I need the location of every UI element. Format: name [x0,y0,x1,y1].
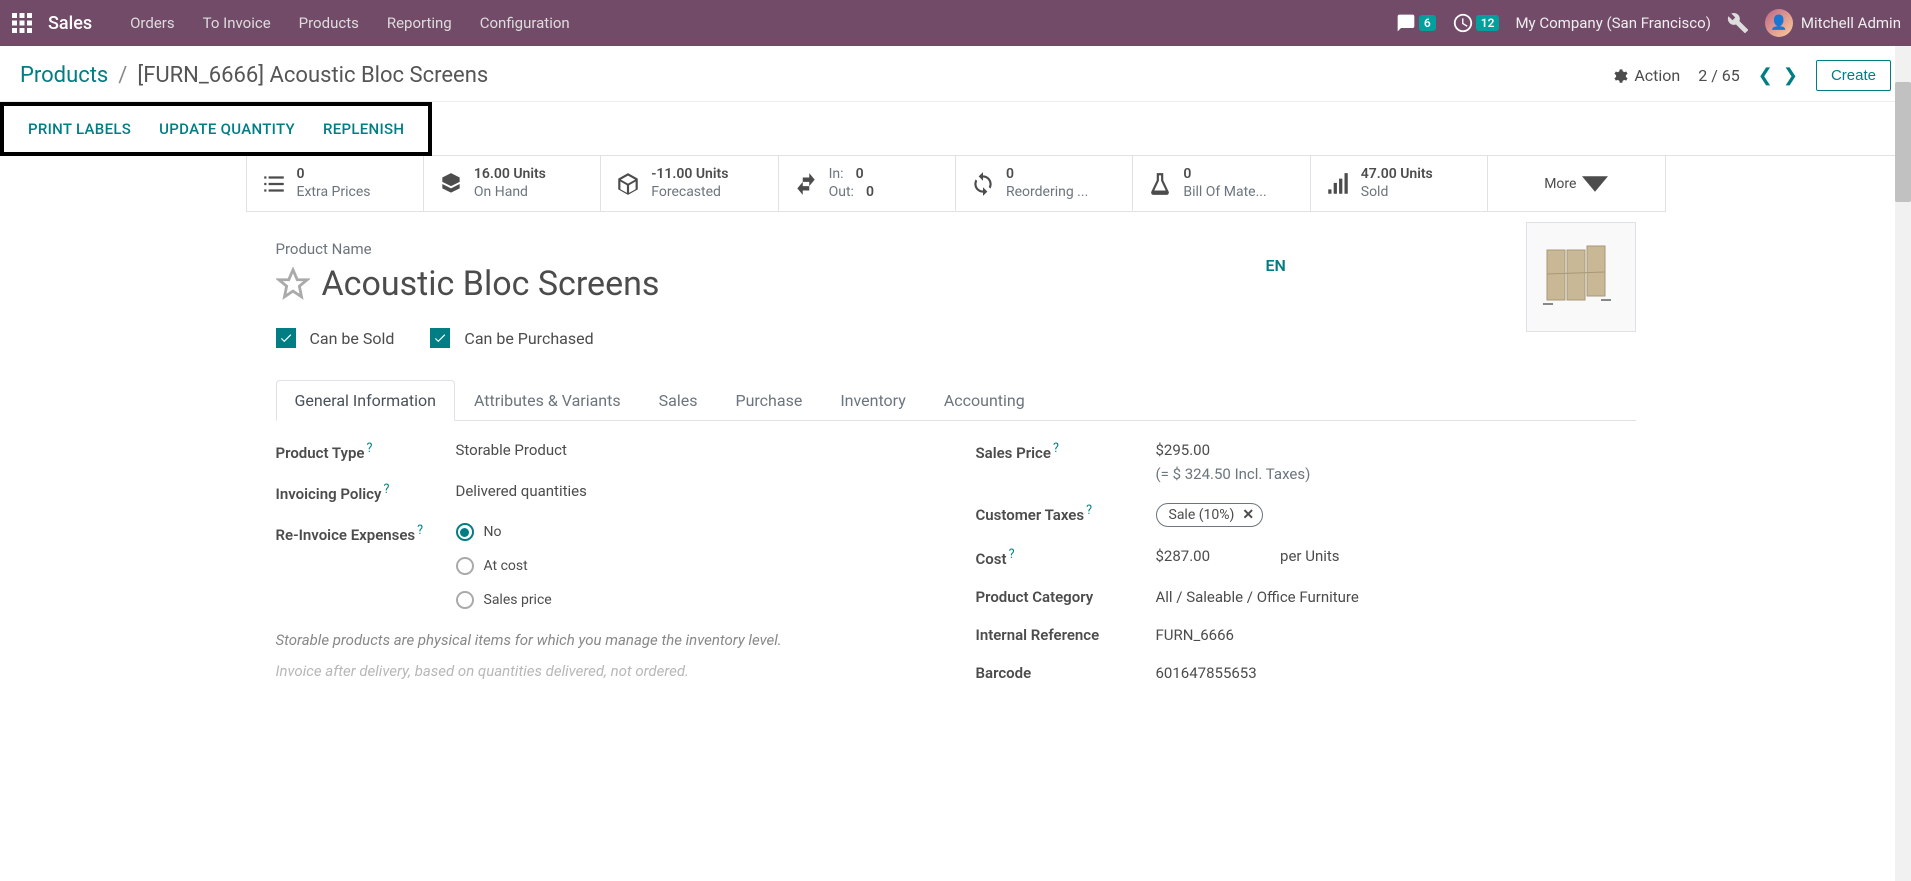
arrows-icon [793,171,819,197]
box-icon [615,171,641,197]
product-type-value[interactable]: Storable Product [456,441,567,459]
product-name-label: Product Name [276,240,1636,258]
help-note-2: Invoice after delivery, based on quantit… [276,660,936,683]
product-image[interactable] [1526,222,1636,332]
stat-sold[interactable]: 47.00 UnitsSold [1311,156,1488,211]
menu-products[interactable]: Products [285,2,373,44]
breadcrumb-bar: Products / [FURN_6666] Acoustic Bloc Scr… [0,46,1911,102]
radio-at-cost[interactable]: At cost [456,557,552,575]
cost-label: Cost? [976,547,1156,568]
category-value[interactable]: All / Saleable / Office Furniture [1156,588,1359,606]
breadcrumb-current: [FURN_6666] Acoustic Bloc Screens [137,63,488,88]
replenish-button[interactable]: REPLENISH [309,120,418,138]
menu-orders[interactable]: Orders [116,2,189,44]
internal-ref-label: Internal Reference [976,626,1156,644]
stat-more[interactable]: More [1488,156,1664,211]
language-badge[interactable]: EN [1266,256,1286,275]
invoicing-policy-value[interactable]: Delivered quantities [456,482,587,500]
sales-price-label: Sales Price? [976,441,1156,462]
product-name[interactable]: Acoustic Bloc Screens [322,264,660,304]
clock-icon [1452,12,1474,34]
product-type-label: Product Type? [276,441,456,462]
breadcrumb-root[interactable]: Products [20,63,108,88]
refresh-icon [970,171,996,197]
radio-sales-price[interactable]: Sales price [456,591,552,609]
category-label: Product Category [976,588,1156,606]
flask-icon [1147,171,1173,197]
create-button[interactable]: Create [1816,60,1891,91]
tab-general[interactable]: General Information [276,380,456,421]
menu-reporting[interactable]: Reporting [373,2,466,44]
apps-icon[interactable] [10,11,34,35]
wrench-icon[interactable] [1727,12,1749,34]
reinvoice-label: Re-Invoice Expenses? [276,523,456,544]
top-nav: Sales Orders To Invoice Products Reporti… [0,0,1911,46]
check-icon [433,331,447,345]
company-selector[interactable]: My Company (San Francisco) [1515,14,1710,32]
avatar: 👤 [1765,9,1793,37]
check-icon [279,331,293,345]
pager-prev[interactable]: ❮ [1758,65,1773,86]
brand[interactable]: Sales [48,13,92,34]
customer-taxes-label: Customer Taxes? [976,503,1156,524]
stat-extra-prices[interactable]: 0Extra Prices [247,156,424,211]
product-header: Product Name Acoustic Bloc Screens EN Ca… [246,212,1666,358]
barcode-value[interactable]: 601647855653 [1156,664,1257,682]
messages-button[interactable]: 6 [1395,13,1436,33]
help-note-1: Storable products are physical items for… [276,629,936,652]
action-dropdown[interactable]: Action [1612,66,1680,85]
favorite-star-icon[interactable] [276,267,310,301]
stat-reordering[interactable]: 0Reordering ... [956,156,1133,211]
screen-image-icon [1541,242,1621,312]
activity-badge: 12 [1476,15,1500,31]
boxes-icon [438,171,464,197]
radio-no[interactable]: No [456,523,552,541]
can-be-sold-checkbox[interactable]: Can be Sold [276,328,395,348]
pager[interactable]: 2 / 65 [1698,66,1740,85]
gear-icon [1612,68,1628,84]
menu-configuration[interactable]: Configuration [466,2,584,44]
main-menu: Orders To Invoice Products Reporting Con… [116,2,584,44]
caret-down-icon [1582,171,1608,197]
stat-in-out[interactable]: In:0 Out:0 [779,156,956,211]
tab-attributes[interactable]: Attributes & Variants [455,380,640,421]
stat-bom[interactable]: 0Bill Of Mate... [1133,156,1310,211]
stat-bar: 0Extra Prices 16.00 UnitsOn Hand -11.00 … [246,156,1666,212]
sales-price-value[interactable]: $295.00 [1156,441,1311,459]
can-be-purchased-checkbox[interactable]: Can be Purchased [430,328,593,348]
update-quantity-button[interactable]: UPDATE QUANTITY [145,120,309,138]
stat-forecasted[interactable]: -11.00 UnitsForecasted [601,156,778,211]
sales-price-tax: (= $ 324.50 Incl. Taxes) [1156,465,1311,483]
barcode-label: Barcode [976,664,1156,682]
menu-to-invoice[interactable]: To Invoice [189,2,285,44]
chat-icon [1395,13,1417,33]
breadcrumb-sep: / [108,63,137,88]
pager-next[interactable]: ❯ [1783,65,1798,86]
cost-value[interactable]: $287.00 [1156,547,1211,565]
activities-button[interactable]: 12 [1452,12,1500,34]
user-name: Mitchell Admin [1801,14,1901,32]
tab-accounting[interactable]: Accounting [925,380,1044,421]
tab-sales[interactable]: Sales [640,380,717,421]
form-body: Product Type? Storable Product Invoicing… [246,421,1666,722]
cost-per: per Units [1280,547,1340,565]
tab-purchase[interactable]: Purchase [716,380,821,421]
tax-tag[interactable]: Sale (10%)✕ [1156,503,1264,527]
msg-badge: 6 [1419,15,1436,31]
list-icon [261,171,287,197]
internal-ref-value[interactable]: FURN_6666 [1156,626,1234,644]
stat-on-hand[interactable]: 16.00 UnitsOn Hand [424,156,601,211]
user-menu[interactable]: 👤 Mitchell Admin [1765,9,1901,37]
tabs: General Information Attributes & Variant… [276,380,1636,421]
print-labels-button[interactable]: PRINT LABELS [14,120,145,138]
scrollbar[interactable] [1895,46,1911,881]
tab-inventory[interactable]: Inventory [821,380,925,421]
tax-tag-remove[interactable]: ✕ [1242,507,1254,523]
chart-icon [1325,171,1351,197]
action-buttons-row: PRINT LABELS UPDATE QUANTITY REPLENISH [0,102,432,156]
invoicing-policy-label: Invoicing Policy? [276,482,456,503]
